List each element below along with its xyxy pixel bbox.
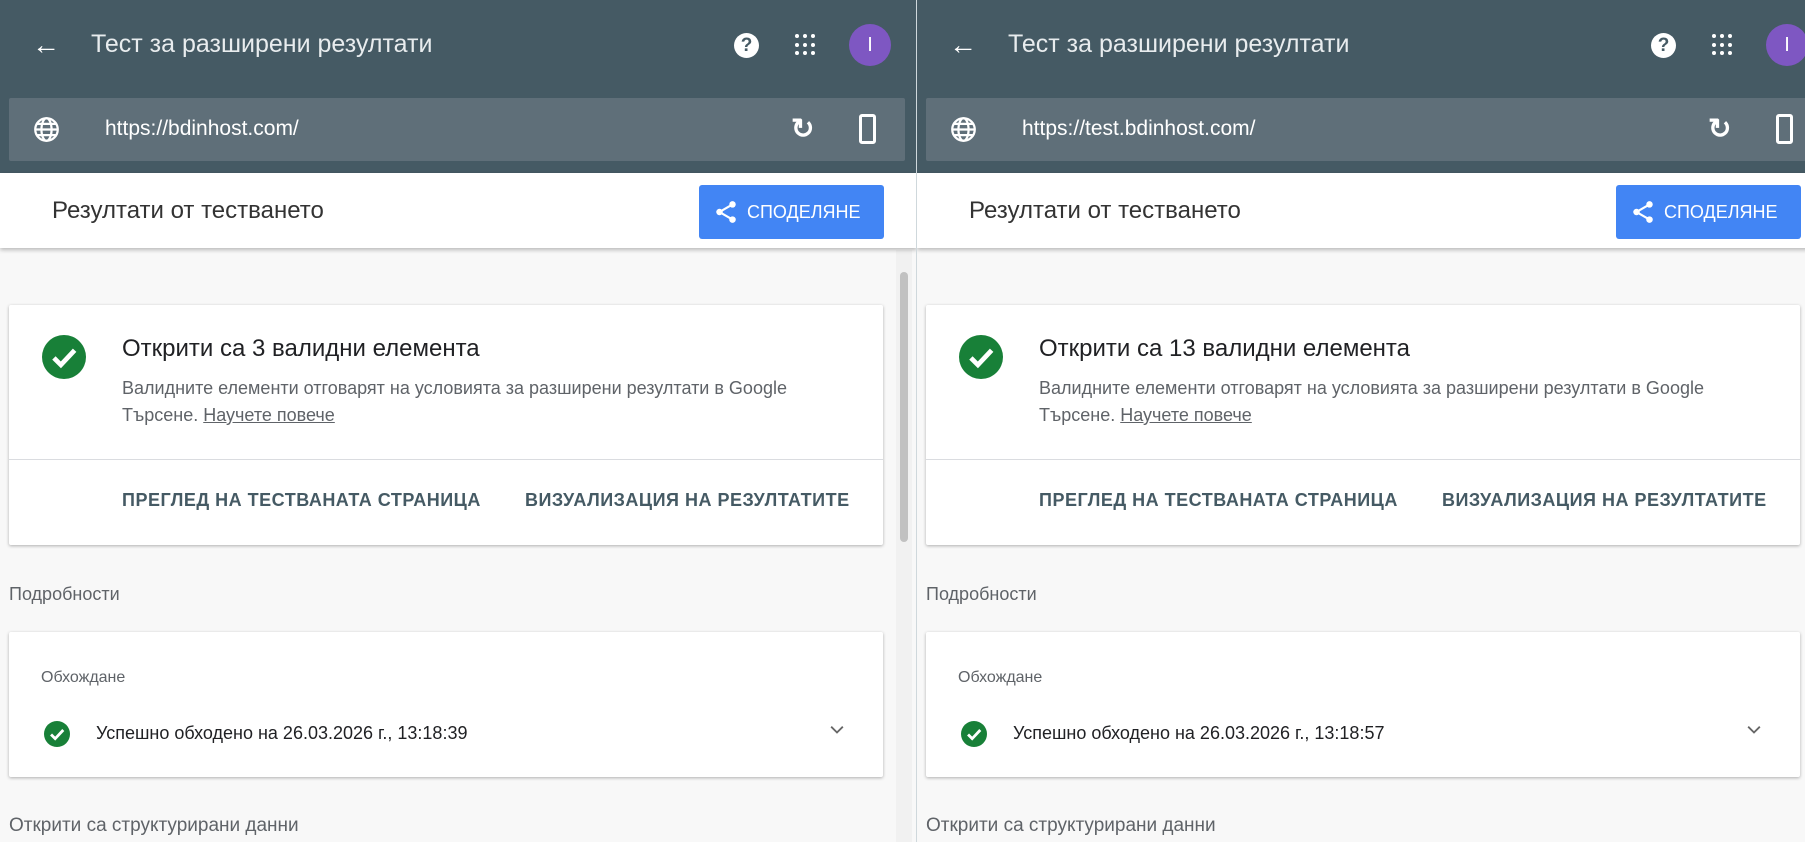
help-icon[interactable]: ? xyxy=(1651,33,1676,58)
reload-icon[interactable]: ↻ xyxy=(1708,115,1731,143)
share-label: СПОДЕЛЯНЕ xyxy=(1664,201,1778,222)
share-label: СПОДЕЛЯНЕ xyxy=(747,201,861,222)
share-button[interactable]: СПОДЕЛЯНЕ xyxy=(699,185,884,239)
mobile-device-icon[interactable] xyxy=(859,114,876,144)
details-label: Подробности xyxy=(9,584,120,604)
pane-divider xyxy=(916,0,917,842)
summary-card: Открити са 3 валидни елемента Валидните … xyxy=(9,305,883,545)
share-button[interactable]: СПОДЕЛЯНЕ xyxy=(1616,185,1801,239)
avatar[interactable]: I xyxy=(1766,24,1805,66)
structured-data-label: Открити са структурирани данни xyxy=(9,815,299,836)
divider xyxy=(9,459,883,460)
crawl-status: Успешно обходено на 26.03.2026 г., 13:18… xyxy=(1013,723,1385,743)
crawl-label: Обхождане xyxy=(958,669,1043,686)
results-header: Резултати от тестването СПОДЕЛЯНЕ xyxy=(0,173,917,248)
learn-more-link[interactable]: Научете повече xyxy=(1120,405,1252,425)
crawl-card[interactable]: Обхождане Успешно обходено на 26.03.2026… xyxy=(926,632,1800,777)
mobile-device-icon[interactable] xyxy=(1776,114,1793,144)
share-icon xyxy=(716,201,736,223)
url-bar[interactable]: https://bdinhost.com/ ↻ xyxy=(9,98,905,161)
url-bar[interactable]: https://test.bdinhost.com/ ↻ xyxy=(926,98,1805,161)
reload-icon[interactable]: ↻ xyxy=(791,115,814,143)
help-icon[interactable]: ? xyxy=(734,33,759,58)
globe-icon xyxy=(34,117,59,142)
check-circle-icon xyxy=(42,335,86,379)
crawl-status: Успешно обходено на 26.03.2026 г., 13:18… xyxy=(96,723,468,743)
summary-card: Открити са 13 валидни елемента Валидните… xyxy=(926,305,1800,545)
check-circle-icon xyxy=(44,721,70,747)
right-test-pane: ← Тест за разширени резултати ? I https:… xyxy=(917,0,1805,842)
apps-grid-icon[interactable] xyxy=(795,34,817,56)
app-title: Тест за разширени резултати xyxy=(1008,30,1350,58)
summary-description: Валидните елементи отговарят на условият… xyxy=(122,375,842,429)
view-tested-page-button[interactable]: ПРЕГЛЕД НА ТЕСТВАНАТА СТРАНИЦА xyxy=(1039,490,1398,511)
view-tested-page-button[interactable]: ПРЕГЛЕД НА ТЕСТВАНАТА СТРАНИЦА xyxy=(122,490,481,511)
results-header: Резултати от тестването СПОДЕЛЯНЕ xyxy=(917,173,1805,248)
structured-data-label: Открити са структурирани данни xyxy=(926,815,1216,836)
app-header: ← Тест за разширени резултати ? I https:… xyxy=(917,0,1805,173)
learn-more-link[interactable]: Научете повече xyxy=(203,405,335,425)
share-icon xyxy=(1633,201,1653,223)
url-text[interactable]: https://bdinhost.com/ xyxy=(105,117,299,141)
globe-icon xyxy=(951,117,976,142)
scrollbar-thumb[interactable] xyxy=(900,272,908,542)
summary-heading: Открити са 3 валидни елемента xyxy=(122,335,480,362)
apps-grid-icon[interactable] xyxy=(1712,34,1734,56)
chevron-down-icon[interactable] xyxy=(1744,720,1764,740)
app-title: Тест за разширени резултати xyxy=(91,30,433,58)
preview-results-button[interactable]: ВИЗУАЛИЗАЦИЯ НА РЕЗУЛТАТИТЕ xyxy=(525,490,850,511)
check-circle-icon xyxy=(959,335,1003,379)
results-title: Резултати от тестването xyxy=(969,197,1241,224)
results-title: Резултати от тестването xyxy=(52,197,324,224)
crawl-label: Обхождане xyxy=(41,669,126,686)
left-test-pane: ← Тест за разширени резултати ? I https:… xyxy=(0,0,917,842)
details-label: Подробности xyxy=(926,584,1037,604)
scrollbar[interactable] xyxy=(896,250,912,842)
summary-heading: Открити са 13 валидни елемента xyxy=(1039,335,1411,362)
chevron-down-icon[interactable] xyxy=(827,720,847,740)
preview-results-button[interactable]: ВИЗУАЛИЗАЦИЯ НА РЕЗУЛТАТИТЕ xyxy=(1442,490,1767,511)
check-circle-icon xyxy=(961,721,987,747)
back-arrow-icon[interactable]: ← xyxy=(949,30,979,60)
avatar[interactable]: I xyxy=(849,24,891,66)
app-header: ← Тест за разширени резултати ? I https:… xyxy=(0,0,917,173)
crawl-card[interactable]: Обхождане Успешно обходено на 26.03.2026… xyxy=(9,632,883,777)
divider xyxy=(926,459,1800,460)
back-arrow-icon[interactable]: ← xyxy=(32,30,62,60)
url-text[interactable]: https://test.bdinhost.com/ xyxy=(1022,117,1255,141)
summary-description: Валидните елементи отговарят на условият… xyxy=(1039,375,1759,429)
